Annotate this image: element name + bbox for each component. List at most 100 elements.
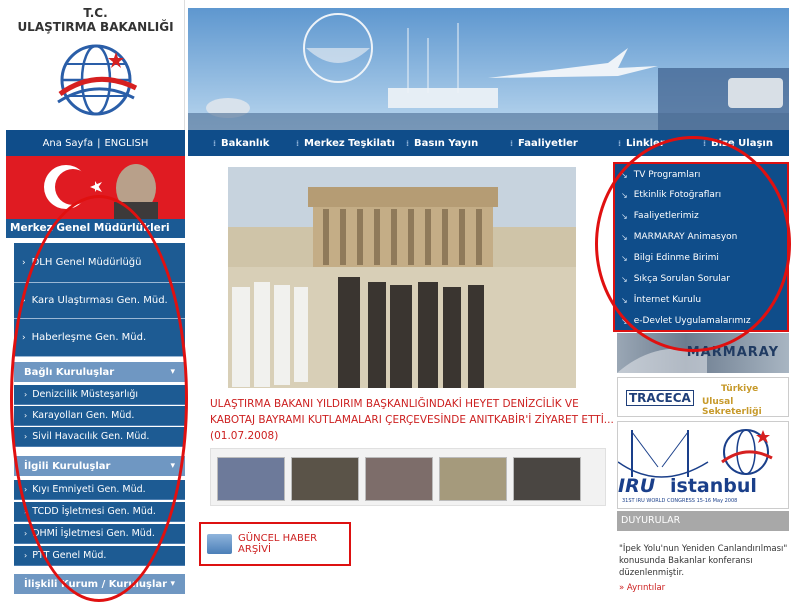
top-links-bar: Ana Sayfa | ENGLISH [6,130,185,156]
menu-item-label: Kıyı Emniyeti Gen. Müd. [32,484,146,495]
nav-merkez-teskilati[interactable]: ⁞ Merkez Teşkilatı [296,138,395,149]
link-label: Sıkça Sorulan Sorular [633,274,730,284]
link-label: TV Programları [633,170,701,180]
headline-text[interactable]: ULAŞTIRMA BAKANI YILDIRIM BAŞKANLIĞINDAK… [210,398,614,426]
english-link[interactable]: ENGLISH [104,138,148,149]
arrow-down-right-icon: ↘ [621,295,628,305]
iru-congress-banner[interactable]: IRU istanbul 31ST IRU WORLD CONGRESS 15-… [617,421,789,509]
menu-item-sivil-havacilik[interactable]: › Sivil Havacılık Gen. Müd. [14,427,185,447]
ministry-logo-area[interactable]: T.C. ULAŞTIRMA BAKANLIĞI [6,0,185,130]
announcement-text: "İpek Yolu'nun Yeniden Canlandırılması" … [619,544,788,578]
link-sss[interactable]: ↘ Sıkça Sorulan Sorular [621,274,730,284]
arrow-right-icon: › [24,432,28,441]
announcements-title: DUYURULAR [617,511,789,531]
nav-label: Bize Ulaşın [711,137,773,149]
chevron-down-icon: ▾ [170,461,175,471]
menu-item-label: Sivil Havacılık Gen. Müd. [32,431,150,442]
nav-bize-ulasin[interactable]: ⁞ Bize Ulaşın [703,138,773,149]
news-headline[interactable]: ULAŞTIRMA BAKANI YILDIRIM BAŞKANLIĞINDAK… [210,396,620,444]
arrow-right-icon: › [24,529,28,538]
nav-label: Basın Yayın [414,137,479,149]
arrow-down-right-icon: ↘ [621,211,628,221]
nav-faaliyetler[interactable]: ⁞ Faaliyetler [510,138,578,149]
nav-basin-yayin[interactable]: ⁞ Basın Yayın [406,138,478,149]
home-link[interactable]: Ana Sayfa [43,138,94,149]
arrow-right-icon: › [22,295,26,306]
nav-linkler[interactable]: ⁞ Linkler [618,138,665,149]
news-thumbnail[interactable] [513,457,581,501]
nav-bakanlik[interactable]: ⁞ Bakanlık [213,138,269,149]
arrow-right-icon: › [22,257,26,268]
menu-item-label: TCDD İşletmesi Gen. Müd. [32,506,156,517]
arrow-right-icon: › [22,332,26,343]
globe-logo-icon [57,44,138,116]
menu-item-kara[interactable]: › Kara Ulaştırması Gen. Müd. [14,283,185,319]
grid-bullet-icon: ⁞ [406,138,410,148]
arrow-right-icon: › [24,507,28,516]
link-label: Faaliyetlerimiz [633,211,699,221]
quick-links-menu: ↘ TV Programları ↘ Etkinlik Fotoğrafları ↘… [613,162,789,332]
traceca-line1: Türkiye [721,384,759,394]
menu-item-tcdd[interactable]: › TCDD İşletmesi Gen. Müd. [14,502,185,522]
grid-bullet-icon: ⁞ [296,138,300,148]
arrow-down-right-icon: ↘ [621,170,628,180]
menu-item-label: Denizcilik Müsteşarlığı [32,389,139,400]
arrow-right-icon: › [24,551,28,560]
nav-label: Faaliyetler [518,137,578,149]
org-line2: ULAŞTIRMA BAKANLIĞI [17,20,174,34]
iru-subtitle: 31ST IRU WORLD CONGRESS 15-16 May 2008 [622,498,738,504]
menu-item-dlh[interactable]: › DLH Genel Müdürlüğü [14,243,185,283]
link-internet-kurulu[interactable]: ↘ İnternet Kurulu [621,295,701,305]
arrow-down-right-icon: ↘ [621,274,628,284]
news-thumbnail[interactable] [291,457,359,501]
menu-item-ptt[interactable]: › PTT Genel Müd. [14,546,185,566]
link-etkinlik-fotograflari[interactable]: ↘ Etkinlik Fotoğrafları [621,190,721,200]
link-label: e-Devlet Uygulamalarımız [633,316,751,326]
group-iliskili-header[interactable]: İlişkili Kurum / Kuruluşlar ▾ [14,574,185,594]
main-navigation: ⁞ Bakanlık ⁞ Merkez Teşkilatı ⁞ Basın Yayın… [188,130,789,156]
menu-item-haberlesme[interactable]: › Haberleşme Gen. Müd. [14,319,185,357]
arrow-right-icon: › [24,411,28,420]
group-ilgili-header[interactable]: İlgili Kuruluşlar ▾ [14,456,185,476]
menu-item-karayollari[interactable]: › Karayolları Gen. Müd. [14,406,185,426]
headline-date: (01.07.2008) [210,430,279,442]
link-separator: | [97,137,101,149]
menu-item-label: DLH Genel Müdürlüğü [31,257,142,268]
news-thumbnail[interactable] [217,457,285,501]
menu-item-kiyi-emniyeti[interactable]: › Kıyı Emniyeti Gen. Müd. [14,480,185,500]
news-thumbnail[interactable] [439,457,507,501]
marmaray-banner[interactable]: MARMARAY [617,333,789,373]
news-main-photo[interactable] [228,167,576,388]
link-marmaray-animasyon[interactable]: ↘ MARMARAY Animasyon [621,232,737,242]
group-bagli-header[interactable]: Bağlı Kuruluşlar ▾ [14,362,185,382]
iru-word: IRU [618,475,656,497]
merkez-section-title: Merkez Genel Müdürlükleri [6,219,185,238]
arrow-down-right-icon: ↘ [621,253,628,263]
menu-item-label: Haberleşme Gen. Müd. [31,332,147,343]
link-e-devlet[interactable]: ↘ e-Devlet Uygulamalarımız [621,316,751,326]
link-faaliyetlerimiz[interactable]: ↘ Faaliyetlerimiz [621,211,699,221]
news-thumbnail[interactable] [365,457,433,501]
link-bilgi-edinme[interactable]: ↘ Bilgi Edinme Birimi [621,253,719,263]
org-line1: T.C. [83,6,108,20]
menu-item-dhmi[interactable]: › DHMİ İşletmesi Gen. Müd. [14,524,185,544]
chevron-down-icon: ▾ [170,579,175,589]
group-title: İlgili Kuruluşlar [24,460,111,472]
link-label: MARMARAY Animasyon [633,232,738,242]
arrow-down-right-icon: ↘ [621,316,628,326]
link-label: Etkinlik Fotoğrafları [633,190,722,200]
news-archive-button[interactable]: GÜNCEL HABER ARŞİVİ [199,522,351,566]
link-tv-programlari[interactable]: ↘ TV Programları [621,170,700,180]
announcement-details-link[interactable]: » Ayrıntılar [619,583,665,593]
marmaray-text: MARMARAY [686,345,779,360]
menu-item-label: DHMİ İşletmesi Gen. Müd. [32,528,155,539]
menu-item-denizcilik[interactable]: › Denizcilik Müsteşarlığı [14,385,185,405]
news-thumbnails [210,448,606,506]
grid-bullet-icon: ⁞ [618,138,622,148]
group-title: Bağlı Kuruluşlar [24,366,115,378]
arrow-down-right-icon: ↘ [621,190,628,200]
grid-bullet-icon: ⁞ [213,138,217,148]
traceca-banner[interactable]: TRACECA Türkiye Ulusal Sekreterliği [617,377,789,417]
link-label: Bilgi Edinme Birimi [633,253,719,263]
traceca-line2: Ulusal Sekreterliği [702,397,762,417]
